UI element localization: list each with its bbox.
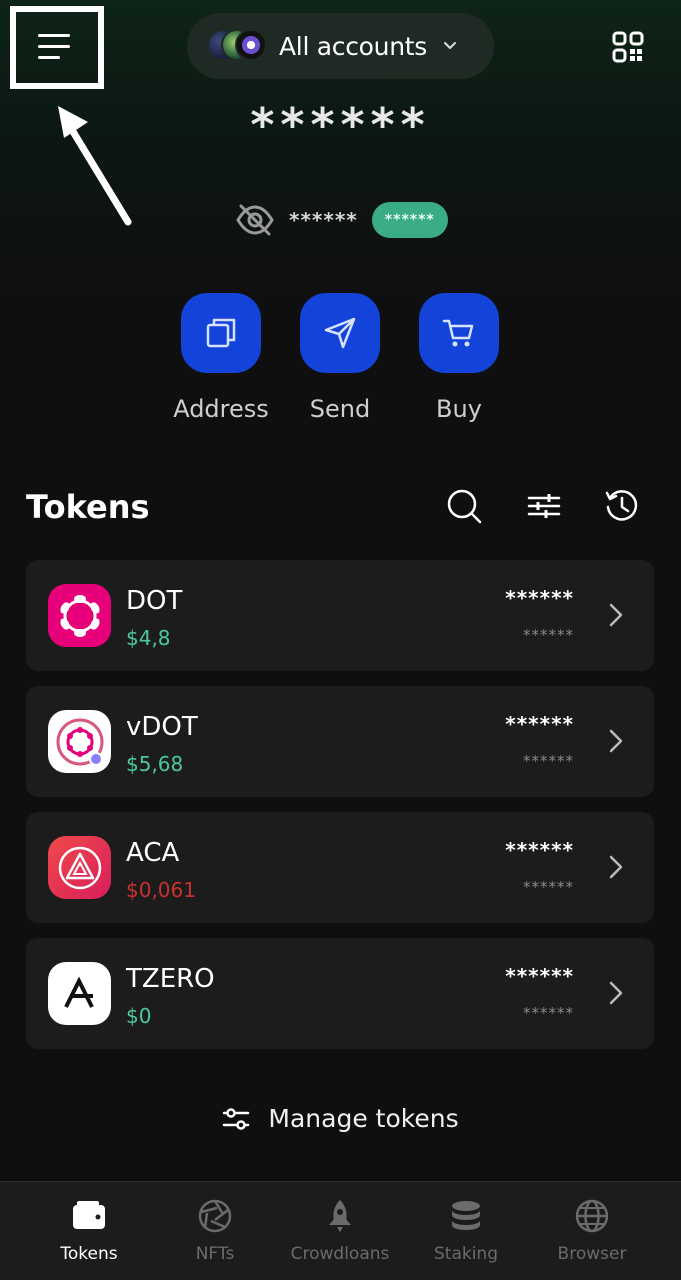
chevron-right-icon <box>609 855 623 879</box>
send-button[interactable]: Send <box>280 293 400 423</box>
wallet-icon <box>73 1201 105 1229</box>
search-icon[interactable] <box>446 488 482 524</box>
copy-icon <box>206 318 236 348</box>
total-balance: ****** <box>250 98 431 152</box>
chevron-down-icon <box>443 42 456 49</box>
account-selector-label: All accounts <box>279 31 427 61</box>
send-icon <box>324 317 356 349</box>
token-fiat-value: ****** <box>523 752 574 770</box>
address-label: Address <box>173 395 269 423</box>
token-row-tzero[interactable]: TZERO $0 ****** ****** <box>26 938 654 1049</box>
cart-icon <box>442 319 474 347</box>
token-row-dot[interactable]: DOT $4,8 ****** ****** <box>26 560 654 671</box>
dot-logo-icon <box>48 584 111 647</box>
filter-icon[interactable] <box>526 488 562 524</box>
wallet-home-screen: All accounts ****** ****** ****** Addres… <box>0 0 681 1280</box>
token-price: $0 <box>126 1004 152 1028</box>
nav-staking-label: Staking <box>433 1244 498 1264</box>
address-button-circle <box>181 293 261 373</box>
nav-nfts[interactable]: NFTs <box>147 1198 283 1264</box>
token-symbol: vDOT <box>126 712 198 742</box>
buy-button-circle <box>419 293 499 373</box>
change-badge: ****** <box>371 202 448 238</box>
qr-code-icon[interactable] <box>612 31 644 63</box>
token-fiat-value: ****** <box>523 1004 574 1022</box>
tokens-title: Tokens <box>26 488 150 526</box>
token-fiat-value: ****** <box>523 626 574 644</box>
chevron-right-icon <box>609 981 623 1005</box>
nav-browser[interactable]: Browser <box>524 1198 660 1264</box>
nav-browser-label: Browser <box>557 1244 627 1264</box>
token-amount: ****** <box>505 586 574 610</box>
avatar <box>235 29 267 61</box>
token-row-vdot[interactable]: vDOT $5,68 ****** ****** <box>26 686 654 797</box>
token-price: $0,061 <box>126 878 196 902</box>
aca-logo-icon <box>48 836 111 899</box>
tzero-logo-icon <box>48 962 111 1025</box>
token-row-aca[interactable]: ACA $0,061 ****** ****** <box>26 812 654 923</box>
manage-tokens-label: Manage tokens <box>268 1104 459 1133</box>
token-symbol: ACA <box>126 838 180 868</box>
token-price: $5,68 <box>126 752 184 776</box>
manage-tokens-button[interactable]: Manage tokens <box>0 1104 681 1133</box>
menu-button[interactable] <box>10 6 104 89</box>
address-button[interactable]: Address <box>161 293 281 423</box>
nav-crowdloans[interactable]: Crowdloans <box>272 1198 408 1264</box>
history-icon[interactable] <box>604 488 640 524</box>
chevron-right-icon <box>609 729 623 753</box>
buy-label: Buy <box>436 395 482 423</box>
globe-icon <box>575 1199 609 1233</box>
token-amount: ****** <box>505 838 574 862</box>
account-avatars <box>207 29 269 63</box>
balance-summary: ****** ****** <box>235 200 448 240</box>
token-fiat-value: ****** <box>523 878 574 896</box>
aperture-icon <box>198 1199 232 1233</box>
chevron-right-icon <box>609 603 623 627</box>
token-symbol: TZERO <box>126 964 215 994</box>
nav-tokens-label: Tokens <box>60 1244 118 1264</box>
nav-crowdloans-label: Crowdloans <box>290 1244 390 1264</box>
bottom-nav: Tokens NFTs Crowdloans Staking Browser <box>0 1181 681 1280</box>
rocket-icon <box>329 1200 351 1232</box>
nav-staking[interactable]: Staking <box>398 1198 534 1264</box>
send-label: Send <box>309 395 371 423</box>
nav-tokens[interactable]: Tokens <box>21 1198 157 1264</box>
hidden-value: ****** <box>289 208 358 232</box>
sliders-icon <box>223 1107 250 1130</box>
token-price: $4,8 <box>126 626 171 650</box>
hamburger-icon <box>38 34 70 64</box>
eye-off-icon[interactable] <box>235 203 275 237</box>
buy-button[interactable]: Buy <box>399 293 519 423</box>
coins-stack-icon <box>452 1201 480 1230</box>
nav-nfts-label: NFTs <box>195 1244 235 1264</box>
token-list: DOT $4,8 ****** ****** vDOT $5,68 ******… <box>26 560 654 1064</box>
token-amount: ****** <box>505 964 574 988</box>
token-symbol: DOT <box>126 586 183 616</box>
token-amount: ****** <box>505 712 574 736</box>
vdot-logo-icon <box>48 710 111 773</box>
send-button-circle <box>300 293 380 373</box>
account-selector[interactable]: All accounts <box>187 13 494 79</box>
